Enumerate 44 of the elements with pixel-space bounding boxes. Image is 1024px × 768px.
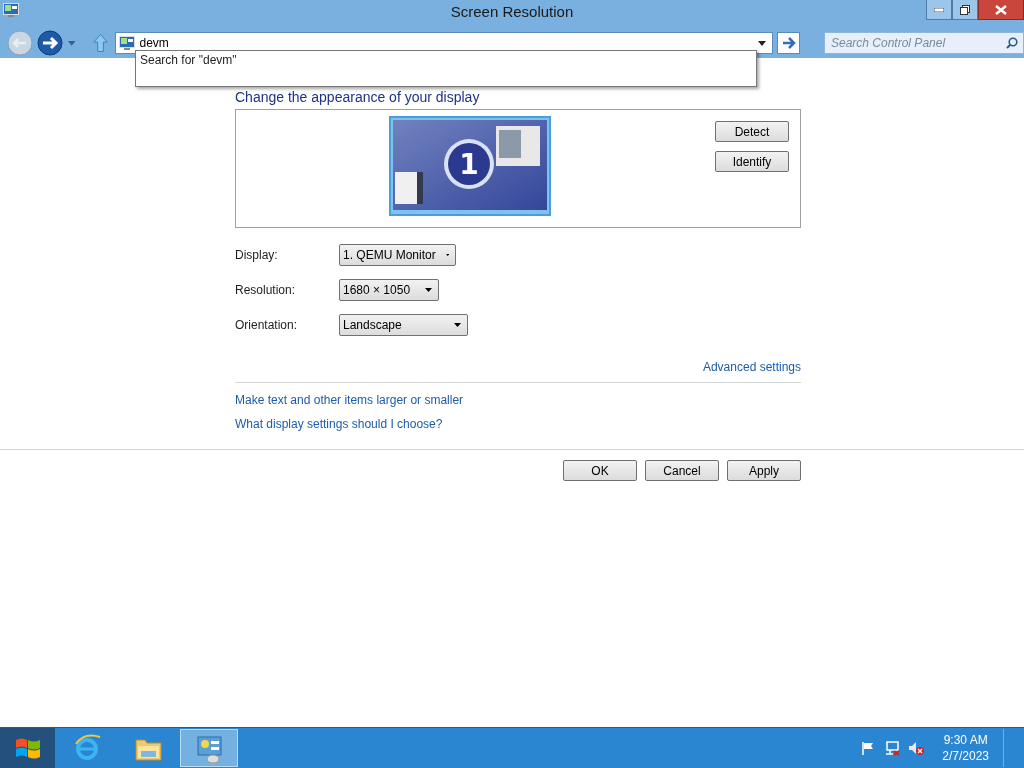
suggestion-item[interactable]: Search for "devm" xyxy=(140,53,237,67)
forward-button[interactable] xyxy=(37,30,63,56)
detect-button[interactable]: Detect xyxy=(715,121,789,142)
speaker-muted-icon[interactable] xyxy=(908,740,925,756)
caret-icon xyxy=(445,253,449,257)
start-button[interactable] xyxy=(0,728,55,768)
monitor-icon xyxy=(3,3,19,17)
minimize-button[interactable] xyxy=(926,0,952,20)
help-link[interactable]: What display settings should I choose? xyxy=(235,417,443,431)
field-label: Resolution: xyxy=(235,283,297,297)
cancel-button[interactable]: Cancel xyxy=(645,460,719,481)
page-heading: Change the appearance of your display xyxy=(235,89,481,105)
identify-button[interactable]: Identify xyxy=(715,151,789,172)
clock-date[interactable]: 2/7/2023 xyxy=(942,748,989,764)
clock-time[interactable]: 9:30 AM xyxy=(943,732,988,748)
restore-button[interactable] xyxy=(952,0,978,20)
dropdown[interactable]: Landscape xyxy=(339,314,468,336)
field-label: Display: xyxy=(235,248,279,262)
apply-button[interactable]: Apply xyxy=(727,460,801,481)
go-button[interactable] xyxy=(777,32,800,54)
dropdown-caret-icon[interactable] xyxy=(756,39,769,47)
field-label: Orientation: xyxy=(235,318,299,332)
caret-icon xyxy=(425,288,432,292)
window-title: Screen Resolution xyxy=(450,3,574,20)
dropdown[interactable]: 1. QEMU Monitor xyxy=(339,244,456,266)
browser-icon xyxy=(72,733,102,763)
windows-logo-icon xyxy=(14,736,41,760)
monitor-icon xyxy=(119,36,136,50)
dropdown[interactable]: 1680 × 1050 xyxy=(339,279,439,301)
display-preview[interactable]: 1 xyxy=(389,116,551,216)
ok-button[interactable]: OK xyxy=(563,460,637,481)
search-icon[interactable] xyxy=(1006,37,1018,49)
close-icon xyxy=(995,4,1007,15)
caret-icon xyxy=(454,323,461,327)
search-field[interactable]: Search Control Panel xyxy=(824,32,1024,54)
control-panel-icon xyxy=(194,733,224,763)
right-arrow-icon xyxy=(781,37,796,49)
taskbar-button[interactable] xyxy=(180,729,238,767)
restore-icon xyxy=(960,4,970,15)
minimize-icon xyxy=(934,7,944,12)
close-button[interactable] xyxy=(978,0,1024,20)
network-error-icon[interactable] xyxy=(884,740,901,756)
help-link[interactable]: Make text and other items larger or smaller xyxy=(235,393,464,407)
advanced-settings-link[interactable]: Advanced settings xyxy=(702,360,801,374)
